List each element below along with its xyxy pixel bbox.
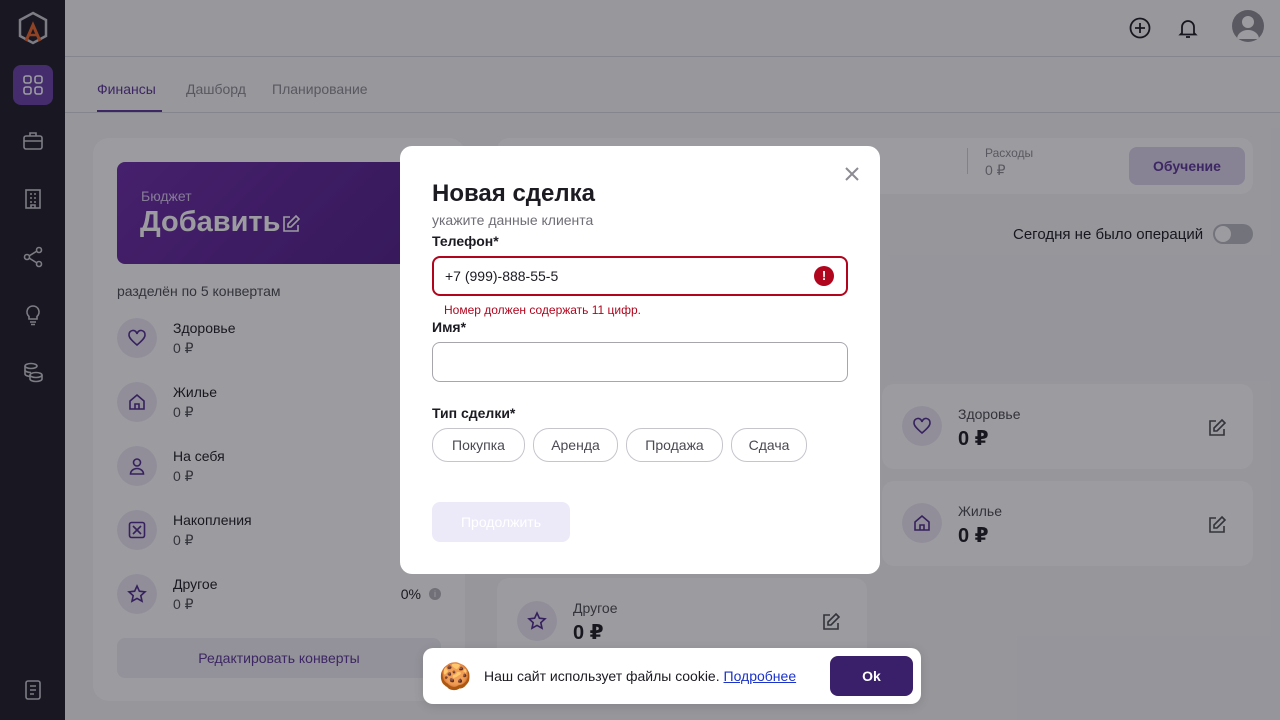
modal-title: Новая сделка [432,180,595,207]
new-deal-modal: Новая сделка укажите данные клиента Теле… [400,146,880,574]
phone-error-message: Номер должен содержать 11 цифр. [444,303,642,317]
phone-label: Телефон* [432,233,499,249]
deal-type-sale[interactable]: Продажа [626,428,723,462]
deal-type-rent[interactable]: Аренда [533,428,618,462]
cookie-icon: 🍪 [439,661,472,691]
name-label: Имя* [432,319,467,335]
error-icon: ! [814,266,834,286]
modal-subtitle: укажите данные клиента [432,212,594,228]
deal-type-purchase[interactable]: Покупка [432,428,525,462]
cookie-banner: 🍪 Наш сайт использует файлы cookie. Подр… [423,648,921,704]
phone-input[interactable] [432,256,848,296]
close-icon[interactable] [844,166,860,182]
cookie-message: Наш сайт использует файлы cookie. [484,668,720,684]
deal-type-label: Тип сделки* [432,405,516,421]
cookie-ok-button[interactable]: Ok [830,656,913,696]
cookie-more-link[interactable]: Подробнее [724,668,797,684]
cookie-text: Наш сайт использует файлы cookie. Подроб… [484,668,796,684]
continue-button[interactable]: Продолжить [432,502,570,542]
deal-type-lease[interactable]: Сдача [731,428,807,462]
name-input[interactable] [432,342,848,382]
